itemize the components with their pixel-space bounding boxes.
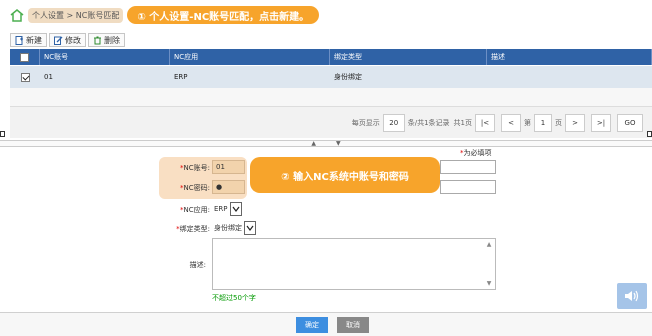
record-summary: 条/共1条记录 bbox=[407, 118, 450, 127]
length-hint: 不超过50个字 bbox=[212, 294, 256, 302]
column-header[interactable]: 绑定类型 bbox=[330, 49, 487, 65]
instruction-callout-2: ② 输入NC系统中账号和密码 bbox=[250, 157, 440, 193]
next-page-button[interactable]: > bbox=[565, 113, 585, 132]
select-all-checkbox[interactable] bbox=[20, 52, 29, 62]
grid-header: NC账号 NC应用 绑定类型 描述 bbox=[10, 49, 652, 65]
textarea-scrollbar[interactable]: ▲ ▼ bbox=[485, 241, 493, 287]
left-resize-handle[interactable] bbox=[0, 131, 5, 137]
button-bar: 确定 取消 bbox=[0, 312, 652, 336]
page-prefix: 第 bbox=[524, 118, 531, 127]
nc-app-label: *NC应用: bbox=[180, 206, 210, 214]
total-pages: 共1页 bbox=[453, 118, 472, 127]
bind-type-label: *绑定类型: bbox=[176, 225, 210, 233]
go-button[interactable]: GO bbox=[617, 113, 643, 132]
breadcrumb-path: 个人设置 > NC账号匹配 bbox=[28, 7, 124, 23]
cell-bind-type: 身份绑定 bbox=[334, 73, 362, 81]
nc-account-input-tail[interactable] bbox=[440, 160, 496, 174]
grid-empty-area bbox=[10, 88, 652, 106]
pane-splitter[interactable]: ▲ ▼ bbox=[0, 140, 652, 147]
column-header[interactable]: NC应用 bbox=[170, 49, 330, 65]
column-header[interactable]: 描述 bbox=[487, 49, 652, 65]
row-select-cell[interactable] bbox=[10, 66, 40, 88]
toolbar: 新建 修改 删除 bbox=[10, 33, 127, 47]
pagination-bar: 每页显示 20 条/共1条记录 共1页 |< < 第 1 页 > >| GO bbox=[10, 106, 652, 138]
nc-app-value: ERP bbox=[214, 205, 228, 213]
home-icon[interactable] bbox=[10, 8, 24, 22]
delete-button-label: 删除 bbox=[104, 35, 120, 45]
right-resize-handle[interactable] bbox=[647, 131, 652, 137]
new-button-label: 新建 bbox=[26, 35, 42, 45]
expand-down-icon[interactable]: ▼ bbox=[336, 140, 341, 147]
column-header[interactable]: NC账号 bbox=[40, 49, 170, 65]
per-page-label: 每页显示 bbox=[351, 118, 380, 127]
delete-button[interactable]: 删除 bbox=[88, 33, 125, 47]
collapse-up-icon[interactable]: ▲ bbox=[311, 140, 316, 147]
nc-app-select[interactable]: ERP bbox=[214, 202, 242, 216]
edit-button[interactable]: 修改 bbox=[49, 33, 86, 47]
select-all-cell[interactable] bbox=[10, 49, 40, 65]
nc-password-label: *NC密码: bbox=[180, 184, 210, 192]
chevron-down-icon[interactable] bbox=[244, 221, 256, 235]
nc-password-input-tail[interactable] bbox=[440, 180, 496, 194]
trash-icon bbox=[94, 36, 101, 44]
scroll-down-icon[interactable]: ▼ bbox=[487, 280, 492, 287]
edit-button-label: 修改 bbox=[65, 35, 81, 45]
prev-page-button[interactable]: < bbox=[501, 113, 521, 132]
chevron-down-icon[interactable] bbox=[229, 202, 242, 216]
edit-form: *为必填项 *NC账号: 01 *NC密码: ● ② 输入NC系统中账号和密码 … bbox=[0, 148, 652, 312]
edit-icon bbox=[54, 36, 63, 45]
instruction-callout: ① 个人设置-NC账号匹配，点击新建。 bbox=[127, 6, 320, 24]
cancel-button[interactable]: 取消 bbox=[337, 317, 369, 333]
nc-password-input[interactable]: ● bbox=[212, 180, 245, 194]
row-checkbox[interactable] bbox=[20, 72, 30, 82]
bind-type-value: 身份绑定 bbox=[214, 224, 242, 232]
cell-nc-app: ERP bbox=[174, 73, 188, 81]
page-number-input[interactable]: 1 bbox=[534, 113, 552, 132]
required-note: *为必填项 bbox=[460, 149, 492, 157]
new-icon bbox=[15, 35, 23, 45]
nc-account-label: *NC账号: bbox=[180, 164, 210, 172]
cell-description bbox=[487, 66, 652, 88]
confirm-button[interactable]: 确定 bbox=[296, 317, 328, 333]
description-label: 描述: bbox=[189, 261, 206, 269]
nc-account-input[interactable]: 01 bbox=[212, 160, 245, 174]
description-textarea[interactable]: ▲ ▼ bbox=[212, 238, 496, 290]
breadcrumb: 个人设置 > NC账号匹配 ① 个人设置-NC账号匹配，点击新建。 bbox=[0, 0, 652, 30]
scroll-up-icon[interactable]: ▲ bbox=[487, 241, 492, 248]
new-button[interactable]: 新建 bbox=[10, 33, 47, 47]
bind-type-select[interactable]: 身份绑定 bbox=[214, 221, 256, 235]
page-suffix: 页 bbox=[555, 118, 562, 127]
last-page-button[interactable]: >| bbox=[591, 113, 611, 132]
speaker-icon[interactable] bbox=[617, 283, 647, 309]
per-page-input[interactable]: 20 bbox=[382, 113, 405, 132]
first-page-button[interactable]: |< bbox=[475, 113, 495, 132]
table-row[interactable]: 01 ERP 身份绑定 bbox=[10, 66, 652, 88]
cell-nc-account: 01 bbox=[44, 73, 53, 81]
